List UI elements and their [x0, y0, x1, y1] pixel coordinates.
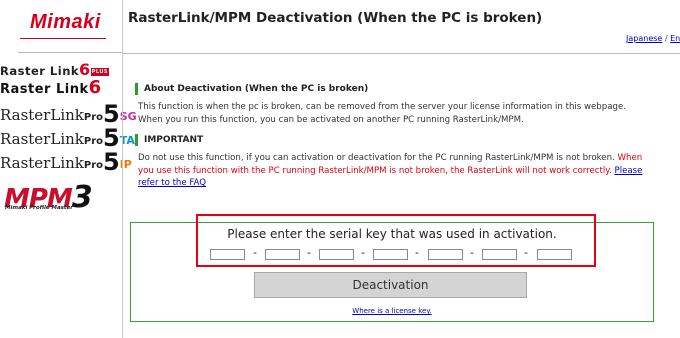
column-divider [122, 0, 123, 338]
serial-field-3[interactable] [319, 249, 354, 260]
license-key-help: Where is a license key. [0, 307, 680, 315]
logo-underline [20, 38, 106, 39]
license-key-link[interactable]: Where is a license key. [352, 307, 431, 315]
serial-field-2[interactable] [265, 249, 300, 260]
faq-link[interactable]: refer to the FAQ [138, 178, 206, 188]
serial-field-6[interactable] [482, 249, 517, 260]
serial-field-7[interactable] [537, 249, 572, 260]
serial-field-1[interactable] [210, 249, 245, 260]
serial-field-5[interactable] [428, 249, 463, 260]
about-text: This function is when the pc is broken, … [138, 102, 626, 125]
product-sidebar: Mimaki Raster Link6PLUS Raster Link6 Ras… [0, 0, 137, 338]
about-heading: About Deactivation (When the PC is broke… [135, 83, 368, 95]
mpm-subtitle: Mimaki Profile Master [5, 205, 74, 211]
sidebar-divider [18, 52, 122, 53]
important-text: Do not use this function, if you can act… [138, 153, 643, 188]
mimaki-logo: Mimaki [30, 11, 101, 33]
serial-prompt: Please enter the serial key that was use… [227, 227, 557, 241]
product-rasterlinkpro5-ip[interactable]: RasterLinkPro5IP [0, 148, 132, 176]
lang-english-link[interactable]: English [670, 34, 680, 43]
lang-japanese-link[interactable]: Japanese [626, 34, 662, 43]
page-title: RasterLink/MPM Deactivation (When the PC… [128, 10, 543, 26]
product-rasterlink6[interactable]: Raster Link6 [0, 77, 102, 98]
deactivation-button[interactable]: Deactivation [254, 272, 527, 298]
product-name: Raster Link [0, 82, 89, 97]
important-heading: IMPORTANT [135, 134, 203, 146]
faq-link-part1[interactable]: Please [615, 166, 643, 176]
header-divider [123, 53, 680, 54]
language-switcher: Japanese / English [626, 34, 680, 43]
serial-field-4[interactable] [373, 249, 408, 260]
product-name: Raster Link [0, 64, 80, 78]
